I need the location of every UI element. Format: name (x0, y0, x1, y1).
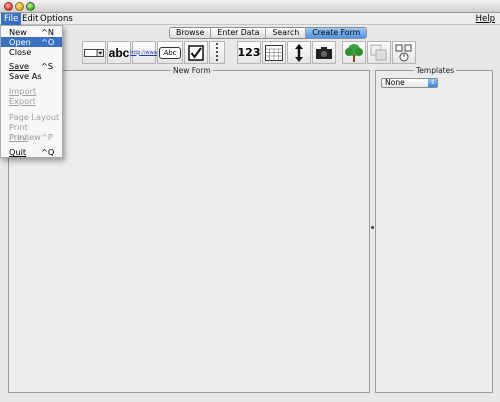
relationship-tool[interactable] (342, 41, 366, 64)
image-field-tool[interactable] (312, 41, 336, 64)
duplicate-tool[interactable] (367, 41, 391, 64)
divider-tool[interactable] (209, 41, 225, 64)
menu-item-page-layout: Page Layout (1, 112, 62, 122)
tree-icon (345, 43, 363, 62)
menu-item-label: Print (9, 132, 28, 142)
menu-item-export: Export (1, 96, 62, 106)
url-field-tool[interactable]: http://www (130, 41, 158, 64)
tab-create-form[interactable]: Create Form (306, 28, 367, 38)
text-label-tool[interactable]: abc (107, 41, 131, 64)
menu-item-import: Import (1, 86, 62, 96)
number-field-icon: 123 (237, 46, 261, 59)
text-label-icon: abc (108, 45, 130, 60)
zoom-window-button[interactable] (26, 2, 35, 11)
tab-browse[interactable]: Browse (170, 28, 212, 38)
menu-help[interactable]: Help (473, 13, 498, 25)
menu-item-label: Page Layout (9, 112, 60, 122)
template-select-value: None (385, 78, 405, 87)
templates-title: Templates (414, 66, 457, 75)
menu-item-shortcut: ^N (41, 27, 54, 37)
mode-tab-bar: Browse Enter Data Search Create Form (169, 27, 368, 39)
menu-item-label: Save (9, 61, 30, 71)
menu-item-shortcut: ^P (41, 132, 53, 142)
calendar-tool[interactable] (262, 41, 286, 64)
select-arrows-icon: ⇕ (428, 79, 437, 87)
window-titlebar (0, 0, 500, 13)
divider-icon (216, 42, 218, 63)
menu-item-print: Print ^P (1, 132, 62, 142)
minimize-window-button[interactable] (15, 2, 24, 11)
menu-item-label: Import (9, 86, 37, 96)
url-field-icon: http://www (130, 49, 158, 56)
tab-search[interactable]: Search (266, 28, 307, 38)
text-area-icon: Abc (159, 46, 181, 59)
menu-item-save-as[interactable]: Save As (1, 71, 62, 81)
template-select[interactable]: None ⇕ (381, 78, 438, 88)
panel-splitter-handle[interactable] (371, 226, 374, 229)
close-window-button[interactable] (4, 2, 13, 11)
dropdown-field-tool[interactable] (82, 41, 106, 64)
menu-item-label: Open (9, 37, 31, 47)
menu-bar: File Edit Options Help (0, 13, 500, 25)
tab-enter-data[interactable]: Enter Data (211, 28, 267, 38)
menu-item-label: Quit (9, 147, 27, 157)
file-menu-dropdown: New ^N Open ^O Close Save ^S Save As Import… (0, 25, 63, 158)
dropdown-field-icon (84, 48, 104, 57)
checkbox-tool[interactable] (184, 41, 208, 64)
menu-item-label: Close (9, 47, 32, 57)
number-field-tool[interactable]: 123 (237, 41, 261, 64)
camera-icon (316, 46, 332, 59)
menu-options[interactable]: Options (37, 13, 76, 25)
menu-item-shortcut: ^S (41, 61, 54, 71)
menu-item-close[interactable]: Close (1, 47, 62, 57)
menu-item-new[interactable]: New ^N (1, 27, 62, 37)
text-area-tool[interactable]: Abc (157, 41, 183, 64)
menu-item-label: New (9, 27, 27, 37)
checkbox-icon (188, 44, 204, 61)
menu-item-shortcut: ^O (41, 37, 55, 47)
help-tool[interactable] (392, 41, 416, 64)
vertical-arrow-icon (295, 43, 303, 62)
templates-panel: Templates None ⇕ (375, 66, 493, 393)
menu-item-label: Export (9, 96, 36, 106)
calendar-icon (265, 44, 283, 61)
help-cursor-icon (395, 44, 412, 61)
menu-item-shortcut: ^Q (41, 147, 55, 157)
menu-item-open[interactable]: Open ^O (1, 37, 62, 47)
duplicate-icon (370, 44, 387, 60)
menu-item-save[interactable]: Save ^S (1, 61, 62, 71)
menu-item-print-preview: Print Preview (1, 122, 62, 142)
menu-item-quit[interactable]: Quit ^Q (1, 147, 62, 157)
menu-item-label: Save As (9, 71, 42, 81)
new-form-title: New Form (171, 66, 213, 75)
vertical-spacer-tool[interactable] (287, 41, 311, 64)
